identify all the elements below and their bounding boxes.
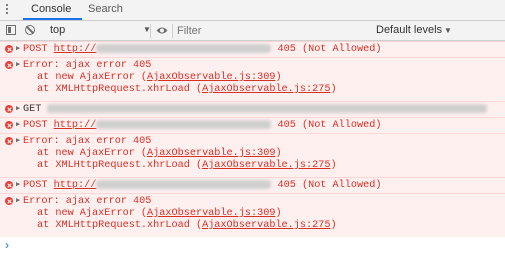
request-url[interactable]: http:// (54, 44, 272, 55)
stack-frame: at new AjaxError (AjaxObservable.js:309) (37, 148, 282, 159)
request-status: 405 (Not Allowed) (277, 120, 382, 132)
redacted-url (96, 44, 272, 53)
network-line: POST http:// 405 (Not Allowed) (23, 120, 381, 132)
error-title: Error: ajax error 405 (23, 60, 152, 71)
devtools-tabbar: Console Search (0, 0, 505, 21)
source-link[interactable]: AjaxObservable.js:309 (147, 72, 275, 83)
request-url[interactable]: http:// (54, 120, 272, 131)
sidebar-toggle-icon[interactable] (6, 25, 16, 35)
stack-frame: at XMLHttpRequest.xhrLoad (AjaxObservabl… (37, 84, 337, 95)
tab-search[interactable]: Search (88, 3, 123, 15)
filter-input[interactable] (177, 24, 367, 38)
error-icon (5, 197, 13, 205)
request-url[interactable]: http:// (54, 180, 272, 191)
request-method: POST (23, 120, 48, 132)
expand-triangle-icon[interactable]: ▶ (16, 196, 20, 205)
context-label: top (50, 24, 66, 36)
dropdown-arrow-icon: ▼ (444, 26, 452, 35)
error-icon (5, 45, 13, 53)
expand-triangle-icon[interactable]: ▶ (16, 180, 20, 189)
error-title: Error: ajax error 405 (23, 196, 152, 207)
network-line: POST http:// 405 (Not Allowed) (23, 44, 381, 56)
error-title: Error: ajax error 405 (23, 136, 152, 147)
request-status: 405 (Not Allowed) (277, 44, 382, 56)
console-messages: ▶ POST http:// 405 (Not Allowed) ▶ Error… (0, 41, 505, 275)
toolbar-divider (172, 24, 173, 38)
stack-frame: at XMLHttpRequest.xhrLoad (AjaxObservabl… (37, 160, 337, 171)
error-icon (5, 105, 13, 113)
redacted-url (96, 180, 272, 189)
log-levels-label: Default levels (376, 24, 443, 36)
error-icon (5, 137, 13, 145)
console-message[interactable]: ▶ Error: ajax error 405 at new AjaxError… (0, 57, 505, 101)
log-levels-dropdown[interactable]: Default levels ▼ (376, 24, 452, 36)
stack-frame: at XMLHttpRequest.xhrLoad (AjaxObservabl… (37, 220, 337, 231)
context-selector[interactable]: top ▼ (44, 24, 154, 38)
source-link[interactable]: AjaxObservable.js:275 (202, 84, 330, 95)
request-status: 405 (Not Allowed) (277, 180, 382, 192)
redacted-url (96, 120, 272, 129)
expand-triangle-icon[interactable]: ▶ (16, 136, 20, 145)
error-icon (5, 61, 13, 69)
stack-frame: at new AjaxError (AjaxObservable.js:309) (37, 72, 282, 83)
console-message[interactable]: ▶ Error: ajax error 405 at new AjaxError… (0, 193, 505, 237)
console-message[interactable]: ▶ GET (0, 101, 505, 117)
error-icon (5, 121, 13, 129)
stack-frame: at new AjaxError (AjaxObservable.js:309) (37, 208, 282, 219)
toolbar-divider (150, 24, 151, 38)
request-method: POST (23, 180, 48, 192)
active-tab-indicator (23, 18, 82, 20)
source-link[interactable]: AjaxObservable.js:275 (202, 220, 330, 231)
source-link[interactable]: AjaxObservable.js:309 (147, 208, 275, 219)
eye-icon[interactable] (156, 26, 168, 35)
clear-console-icon[interactable] (25, 25, 35, 35)
tab-console[interactable]: Console (31, 3, 71, 15)
expand-triangle-icon[interactable]: ▶ (16, 104, 20, 113)
console-message[interactable]: ▶ POST http:// 405 (Not Allowed) (0, 117, 505, 133)
expand-triangle-icon[interactable]: ▶ (16, 44, 20, 53)
console-message[interactable]: ▶ Error: ajax error 405 at new AjaxError… (0, 133, 505, 177)
console-message[interactable]: ▶ POST http:// 405 (Not Allowed) (0, 41, 505, 57)
redacted-url (47, 104, 488, 113)
console-prompt-icon[interactable]: › (5, 238, 9, 252)
source-link[interactable]: AjaxObservable.js:275 (202, 160, 330, 171)
expand-triangle-icon[interactable]: ▶ (16, 120, 20, 129)
source-link[interactable]: AjaxObservable.js:309 (147, 148, 275, 159)
console-message[interactable]: ▶ POST http:// 405 (Not Allowed) (0, 177, 505, 193)
network-line: GET (23, 104, 488, 116)
console-toolbar: top ▼ Default levels▼ (0, 21, 505, 41)
more-menu-icon[interactable] (6, 4, 9, 16)
request-method: GET (23, 104, 42, 116)
expand-triangle-icon[interactable]: ▶ (16, 60, 20, 69)
request-method: POST (23, 44, 48, 56)
error-icon (5, 181, 13, 189)
network-line: POST http:// 405 (Not Allowed) (23, 180, 381, 192)
